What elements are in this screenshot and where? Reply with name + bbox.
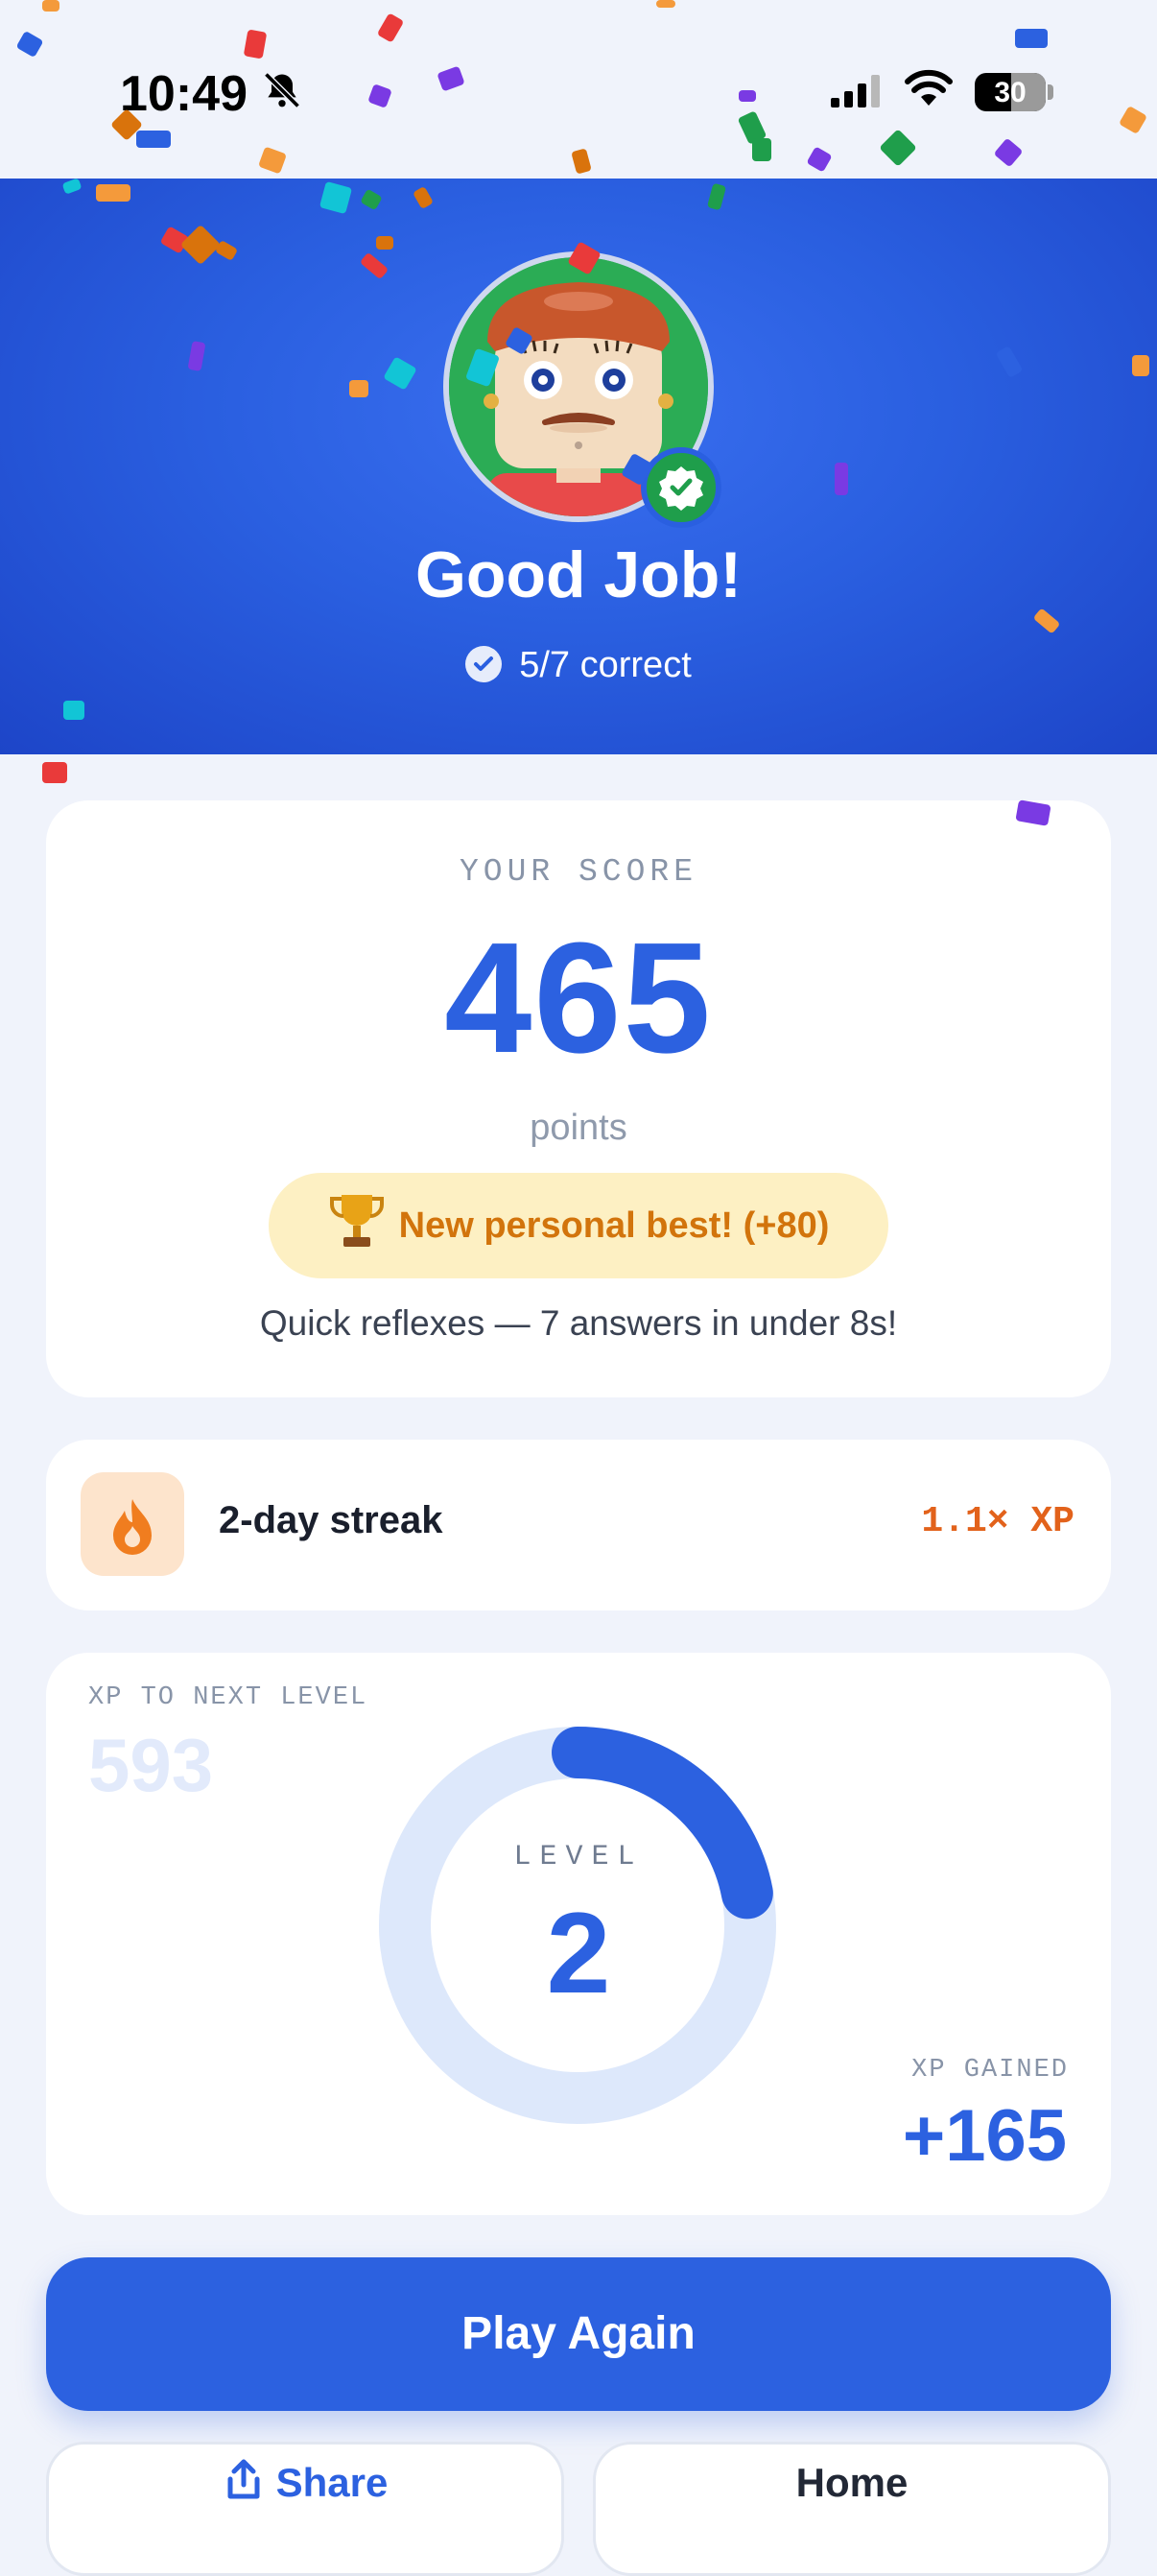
check-circle-icon [465, 646, 503, 682]
xp-to-next-level-label: XP TO NEXT LEVEL [88, 1683, 368, 1712]
score-label: YOUR SCORE [459, 854, 698, 890]
wifi-icon [905, 69, 953, 106]
verified-check-icon [641, 447, 721, 528]
home-button[interactable]: Home [593, 2442, 1111, 2576]
streak-multiplier: 1.1× XP [921, 1501, 1074, 1542]
correct-count: 5/7 correct [519, 645, 692, 685]
streak-label: 2-day streak [219, 1499, 443, 1541]
flame-icon [81, 1472, 184, 1576]
xp-gained-value: +165 [902, 2095, 1067, 2177]
share-icon [227, 2459, 260, 2499]
battery-level-text: 30 [994, 77, 1027, 108]
share-label: Share [275, 2460, 389, 2505]
result-title: Good Job! [415, 538, 742, 611]
level-label: LEVEL [513, 1841, 644, 1873]
score-note: Quick reflexes — 7 answers in under 8s! [259, 1303, 898, 1343]
level-card: XP TO NEXT LEVEL 593 LEVEL 2 XP GAINED +… [46, 1653, 1111, 2215]
status-bar: 10:49 30 [0, 0, 1157, 179]
score-card: YOUR SCORE 465 points New personal best!… [46, 800, 1111, 1397]
score-unit: points [530, 1108, 627, 1148]
share-button[interactable]: Share [46, 2442, 564, 2576]
battery-icon: 30 [975, 73, 1046, 111]
personal-best-text: New personal best! (+80) [398, 1205, 830, 1246]
play-again-button[interactable]: Play Again [46, 2257, 1111, 2411]
xp-to-next-level-value: 593 [88, 1723, 214, 1807]
score-value: 465 [444, 910, 713, 1085]
streak-card: 2-day streak 1.1× XP [46, 1440, 1111, 1610]
home-label: Home [795, 2460, 909, 2505]
status-time: 10:49 [120, 66, 248, 122]
trophy-icon [329, 1195, 384, 1247]
bell-slash-icon [264, 72, 300, 108]
xp-gained-label: XP GAINED [911, 2056, 1069, 2085]
result-subtitle: 5/7 correct [0, 645, 1157, 686]
personal-best-badge: New personal best! (+80) [269, 1173, 888, 1278]
signal-icon [831, 75, 880, 107]
level-value: 2 [546, 1889, 611, 2017]
